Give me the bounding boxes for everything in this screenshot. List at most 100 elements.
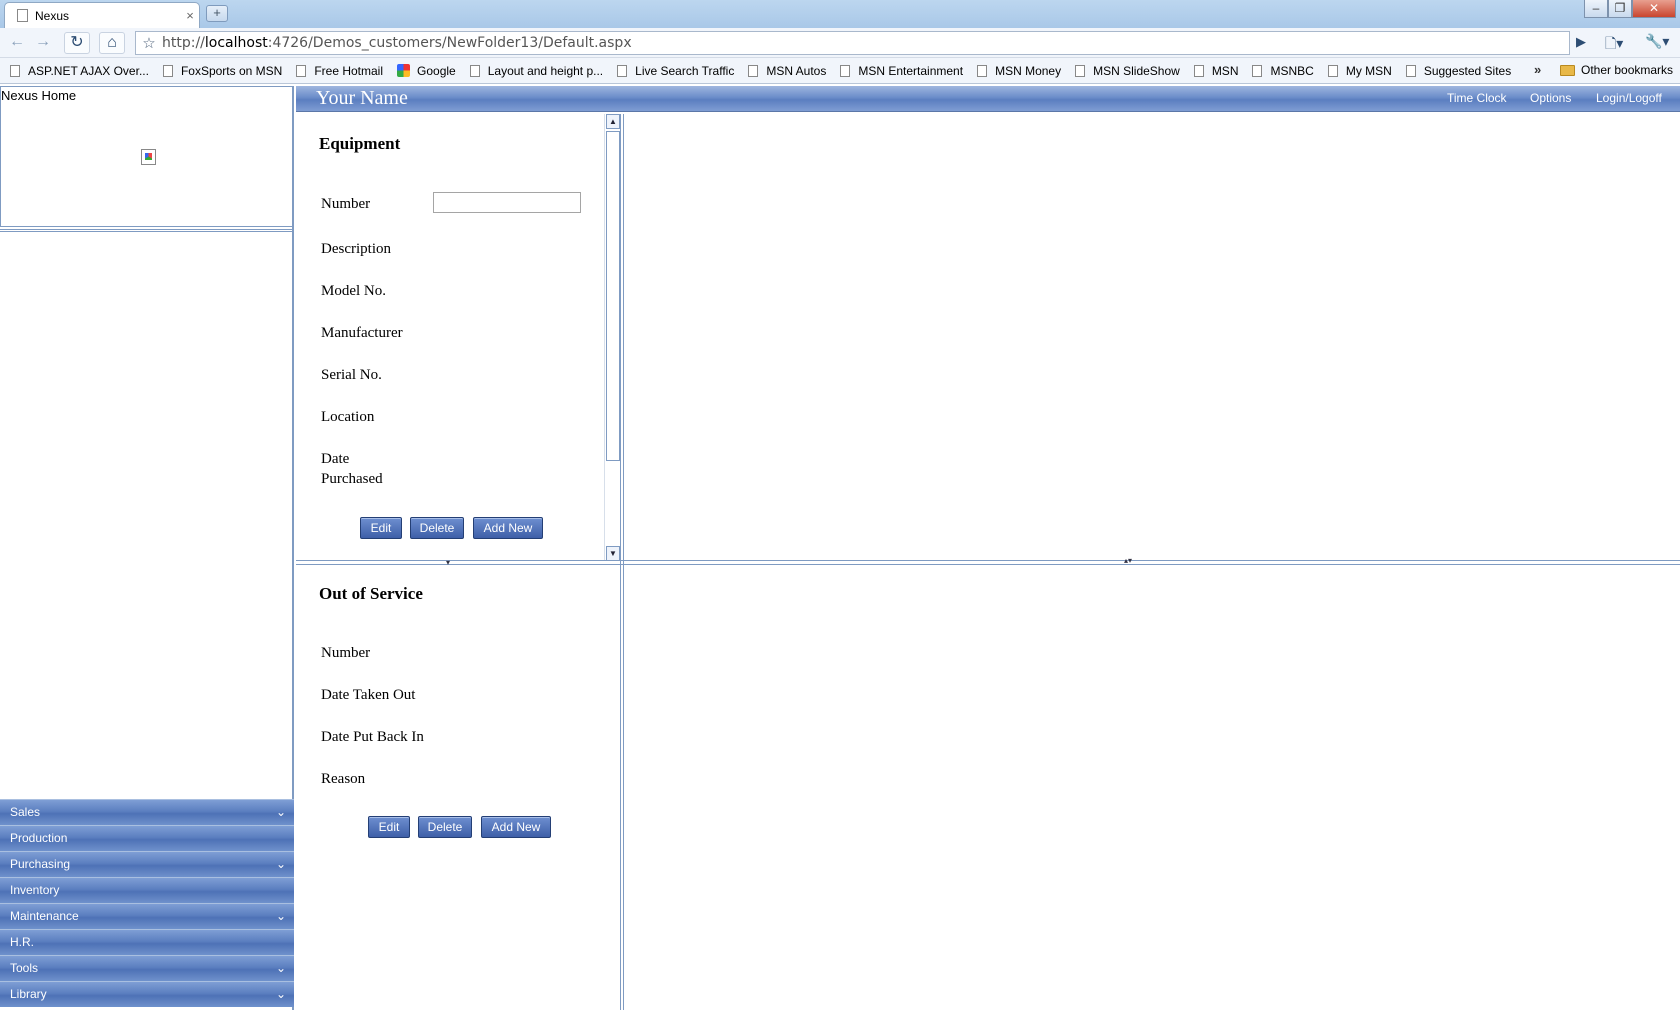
menu-item-hr[interactable]: H.R. [0, 929, 294, 955]
chevron-down-icon[interactable]: ⌄ [276, 956, 286, 981]
bookmark-item[interactable]: MSN SlideShow [1075, 64, 1180, 78]
menu-item-label: Production [10, 831, 68, 845]
bookmark-item[interactable]: Google [397, 64, 456, 78]
menu-item-label: H.R. [10, 935, 34, 949]
page-icon [162, 64, 173, 77]
google-icon [397, 64, 411, 77]
bookmark-label: MSNBC [1270, 63, 1314, 78]
menu-item-purchasing[interactable]: Purchasing ⌄ [0, 851, 294, 877]
bookmark-item[interactable]: MSN [1193, 63, 1239, 78]
page-menu-icon[interactable]: 🗋▾ [1605, 33, 1623, 57]
bookmark-item[interactable]: My MSN [1327, 63, 1392, 78]
left-pane: Nexus Home Sales ⌄ Production Purchasing ⌄… [0, 86, 294, 1010]
reason-label: Reason [321, 771, 366, 787]
menu-item-label: Tools [10, 961, 39, 975]
page-icon [617, 64, 628, 77]
purchased-label: Purchased [321, 471, 383, 487]
bookmark-item[interactable]: Layout and height p... [469, 64, 603, 78]
menu-item-inventory[interactable]: Inventory [0, 877, 294, 903]
page-icon [296, 64, 307, 77]
bookmark-star-icon[interactable]: ☆ [136, 34, 162, 52]
page-icon [1075, 64, 1086, 77]
browser-tab[interactable]: Nexus × [4, 2, 200, 28]
options-link[interactable]: Options [1530, 91, 1571, 105]
address-bar[interactable]: ☆ http://localhost:4726/Demos_customers/… [135, 31, 1570, 55]
chevron-down-icon[interactable]: ⌄ [276, 904, 286, 929]
oos-delete-button[interactable]: Delete [418, 816, 472, 838]
home-icon[interactable]: ⌂ [99, 32, 125, 54]
go-icon[interactable]: ▶ [1576, 34, 1586, 50]
oos-edit-button[interactable]: Edit [368, 816, 410, 838]
bookmark-label: Live Search Traffic [635, 63, 735, 78]
out-of-service-title: Out of Service [319, 584, 423, 603]
other-bookmarks[interactable]: Other bookmarks [1560, 63, 1673, 77]
window-close-icon[interactable]: ✕ [1632, 0, 1676, 18]
bookmark-label: MSN [1211, 63, 1239, 78]
forward-arrow-icon[interactable]: → [32, 32, 54, 54]
oos-add-new-button[interactable]: Add New [481, 816, 551, 838]
bookmark-item[interactable]: ASP.NET AJAX Over... [10, 64, 149, 78]
equipment-scrollbar[interactable]: ▲ ▼ [604, 114, 620, 561]
url-prefix: http:// [162, 35, 205, 51]
login-logoff-link[interactable]: Login/Logoff [1596, 91, 1662, 105]
bookmark-item[interactable]: Free Hotmail [296, 64, 383, 78]
tab-close-icon[interactable]: × [181, 8, 199, 23]
page-icon [17, 9, 28, 22]
page-content: Nexus Home Sales ⌄ Production Purchasing ⌄… [0, 86, 1680, 1010]
bookmark-label: My MSN [1345, 63, 1392, 78]
add-new-button[interactable]: Add New [473, 517, 543, 539]
number-input[interactable] [433, 192, 581, 213]
scroll-thumb[interactable] [606, 131, 620, 461]
home-title: Nexus Home [1, 88, 77, 103]
bookmark-item[interactable]: MSN Autos [748, 64, 826, 78]
chevron-down-icon[interactable]: ⌄ [276, 852, 286, 877]
splitter-grip-icon[interactable]: ▴▾ [1124, 556, 1132, 565]
number-label: Number [321, 196, 371, 212]
bookmark-label: MSN Entertainment [858, 63, 964, 78]
wrench-icon[interactable]: 🔧▾ [1645, 33, 1669, 50]
time-clock-link[interactable]: Time Clock [1447, 91, 1507, 105]
model-no-label: Model No. [321, 283, 386, 299]
chevron-down-icon[interactable]: ⌄ [276, 982, 286, 1007]
new-tab-button[interactable]: + [206, 5, 228, 22]
menu-item-production[interactable]: Production [0, 825, 294, 851]
restore-icon[interactable]: ❐ [1608, 0, 1632, 18]
page-icon [1327, 64, 1338, 77]
menu-item-maintenance[interactable]: Maintenance ⌄ [0, 903, 294, 929]
minimize-icon[interactable]: ‒ [1584, 0, 1608, 18]
back-arrow-icon[interactable]: ← [6, 32, 28, 54]
edit-button[interactable]: Edit [360, 517, 402, 539]
bookmarks-bar: ASP.NET AJAX Over... FoxSports on MSN Fr… [0, 58, 1680, 84]
menu-item-sales[interactable]: Sales ⌄ [0, 799, 294, 825]
tab-title: Nexus [35, 8, 70, 23]
bookmark-label: Google [417, 63, 456, 78]
horizontal-splitter[interactable] [296, 560, 1680, 565]
page-icon [748, 64, 759, 77]
page-icon [840, 64, 851, 77]
tab-strip: Nexus × + ‒ ❐ ✕ [0, 0, 1680, 28]
bookmark-item[interactable]: MSN Money [977, 64, 1061, 78]
scroll-down-icon[interactable]: ▼ [606, 546, 620, 561]
bookmark-label: FoxSports on MSN [180, 63, 283, 78]
bookmark-item[interactable]: Live Search Traffic [617, 64, 734, 78]
chevron-down-icon[interactable]: ⌄ [276, 800, 286, 825]
menu-item-label: Inventory [10, 883, 60, 897]
more-bookmarks-chevron-icon[interactable]: » [1534, 62, 1541, 77]
out-of-service-panel: Out of Service Number Date Taken Out Dat… [298, 566, 618, 1010]
bookmark-item[interactable]: Suggested Sites [1405, 64, 1511, 78]
menu-item-tools[interactable]: Tools ⌄ [0, 955, 294, 981]
scroll-up-icon[interactable]: ▲ [606, 114, 620, 129]
bookmark-label: MSN Autos [766, 63, 827, 78]
url-text[interactable]: http://localhost:4726/Demos_customers/Ne… [162, 35, 632, 51]
delete-button[interactable]: Delete [410, 517, 464, 539]
bookmark-item[interactable]: FoxSports on MSN [162, 63, 283, 78]
menu-item-library[interactable]: Library ⌄ [0, 981, 294, 1007]
browser-toolbar: ← → ↻ ⌂ ☆ http://localhost:4726/Demos_cu… [0, 28, 1680, 58]
bookmark-item[interactable]: MSNBC [1252, 63, 1314, 78]
page-icon [1405, 64, 1416, 77]
menu-item-label: Sales [10, 805, 41, 819]
reload-icon[interactable]: ↻ [64, 32, 90, 54]
oos-number-label: Number [321, 645, 371, 661]
pane-splitter[interactable] [0, 229, 294, 232]
bookmark-item[interactable]: MSN Entertainment [840, 64, 963, 78]
